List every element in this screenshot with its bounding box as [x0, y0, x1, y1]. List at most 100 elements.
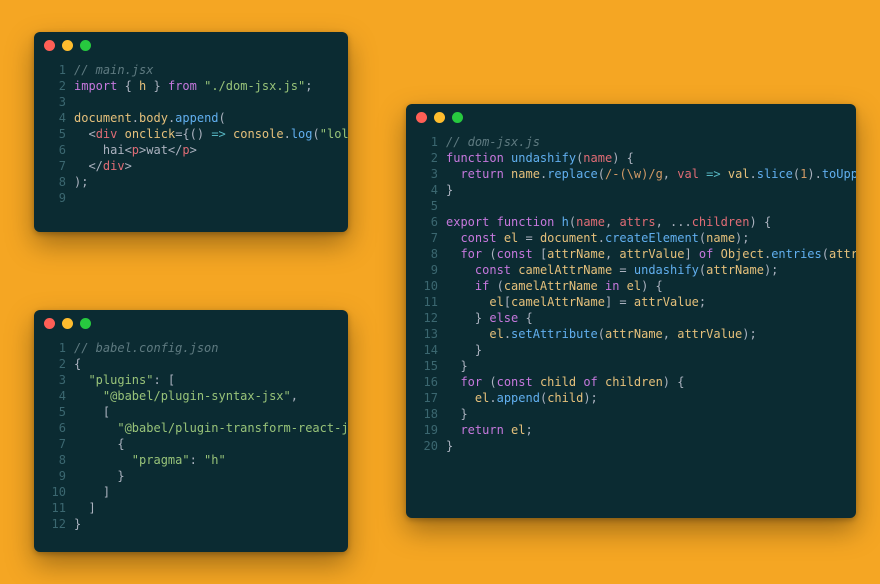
code-line: 4document.body.append( — [46, 110, 336, 126]
line-number: 11 — [418, 294, 438, 310]
line-number: 1 — [418, 134, 438, 150]
code-line: 6export function h(name, attrs, ...child… — [418, 214, 844, 230]
line-number: 9 — [418, 262, 438, 278]
code-line: 3 return name.replace(/-(\w)/g, val => v… — [418, 166, 844, 182]
code-line: 1// babel.config.json — [46, 340, 336, 356]
code-line: 9 const camelAttrName = undashify(attrNa… — [418, 262, 844, 278]
code-line: 4 "@babel/plugin-syntax-jsx", — [46, 388, 336, 404]
line-number: 7 — [46, 158, 66, 174]
line-number: 9 — [46, 468, 66, 484]
code-line: 11 el[camelAttrName] = attrValue; — [418, 294, 844, 310]
close-icon[interactable] — [416, 112, 427, 123]
line-number: 10 — [46, 484, 66, 500]
close-icon[interactable] — [44, 40, 55, 51]
code-line: 4} — [418, 182, 844, 198]
code-line: 12 } else { — [418, 310, 844, 326]
line-content: "pragma": "h" — [74, 452, 226, 468]
minimize-icon[interactable] — [434, 112, 445, 123]
line-number: 3 — [46, 372, 66, 388]
window-titlebar — [406, 104, 856, 130]
line-content: el.append(child); — [446, 390, 598, 406]
line-content: // main.jsx — [74, 62, 153, 78]
minimize-icon[interactable] — [62, 40, 73, 51]
maximize-icon[interactable] — [452, 112, 463, 123]
code-line: 19 return el; — [418, 422, 844, 438]
code-line: 2{ — [46, 356, 336, 372]
line-content: } — [446, 438, 453, 454]
code-line: 7 { — [46, 436, 336, 452]
line-number: 4 — [46, 388, 66, 404]
line-content: } — [446, 406, 468, 422]
code-line: 9 } — [46, 468, 336, 484]
code-line: 1// main.jsx — [46, 62, 336, 78]
line-number: 12 — [46, 516, 66, 532]
line-number: 6 — [46, 142, 66, 158]
line-content: } — [446, 342, 482, 358]
line-number: 5 — [46, 404, 66, 420]
code-line: 6 hai<p>wat</p> — [46, 142, 336, 158]
code-line: 1 // dom-jsx.js — [418, 134, 844, 150]
maximize-icon[interactable] — [80, 40, 91, 51]
code-line: 20} — [418, 438, 844, 454]
close-icon[interactable] — [44, 318, 55, 329]
maximize-icon[interactable] — [80, 318, 91, 329]
line-number: 16 — [418, 374, 438, 390]
line-content: const el = document.createElement(name); — [446, 230, 750, 246]
window-titlebar — [34, 32, 348, 58]
line-number: 6 — [46, 420, 66, 436]
line-number: 13 — [418, 326, 438, 342]
code-editor-domjsx: 1 // dom-jsx.js 2 function undashify(name) … — [406, 104, 856, 518]
line-content: } — [74, 516, 81, 532]
line-content: } else { — [446, 310, 533, 326]
line-content: } — [74, 468, 125, 484]
line-content: el.setAttribute(attrName, attrValue); — [446, 326, 757, 342]
code-line: 5 [ — [46, 404, 336, 420]
code-editor-main: 1// main.jsx2import { h } from "./dom-js… — [34, 32, 348, 232]
line-number: 12 — [418, 310, 438, 326]
line-content: const camelAttrName = undashify(attrName… — [446, 262, 778, 278]
line-content: for (const child of children) { — [446, 374, 684, 390]
line-number: 8 — [46, 174, 66, 190]
code-line: 7 </div> — [46, 158, 336, 174]
line-number: 6 — [418, 214, 438, 230]
line-content: ] — [74, 500, 96, 516]
code-line: 17 el.append(child); — [418, 390, 844, 406]
line-content: "@babel/plugin-transform-react-jsx", — [74, 420, 348, 436]
line-number: 2 — [46, 356, 66, 372]
line-number: 10 — [418, 278, 438, 294]
window-titlebar — [34, 310, 348, 336]
line-content: { — [74, 436, 125, 452]
line-number: 2 — [46, 78, 66, 94]
line-number: 2 — [418, 150, 438, 166]
code-line: 10 if (camelAttrName in el) { — [418, 278, 844, 294]
line-content: function undashify(name) { — [446, 150, 634, 166]
code-line: 13 el.setAttribute(attrName, attrValue); — [418, 326, 844, 342]
line-number: 7 — [418, 230, 438, 246]
line-content: ); — [74, 174, 88, 190]
line-number: 9 — [46, 190, 66, 206]
page-background: 1// main.jsx2import { h } from "./dom-js… — [0, 0, 880, 584]
code-line: 12} — [46, 516, 336, 532]
code-body[interactable]: 1// babel.config.json2{3 "plugins": [4 "… — [34, 336, 348, 544]
line-content: // dom-jsx.js — [446, 134, 540, 150]
line-number: 18 — [418, 406, 438, 422]
line-content: if (camelAttrName in el) { — [446, 278, 663, 294]
line-number: 17 — [418, 390, 438, 406]
line-number: 5 — [46, 126, 66, 142]
line-number: 14 — [418, 342, 438, 358]
line-content: "@babel/plugin-syntax-jsx", — [74, 388, 298, 404]
code-line: 15 } — [418, 358, 844, 374]
line-content: { — [74, 356, 81, 372]
line-content: document.body.append( — [74, 110, 226, 126]
code-body[interactable]: 1 // dom-jsx.js 2 function undashify(name) … — [406, 130, 856, 466]
line-number: 19 — [418, 422, 438, 438]
line-number: 11 — [46, 500, 66, 516]
line-content: } — [446, 358, 468, 374]
code-editor-babel: 1// babel.config.json2{3 "plugins": [4 "… — [34, 310, 348, 552]
code-line: 6 "@babel/plugin-transform-react-jsx", — [46, 420, 336, 436]
code-line: 5 — [418, 198, 844, 214]
code-line: 18 } — [418, 406, 844, 422]
code-body[interactable]: 1// main.jsx2import { h } from "./dom-js… — [34, 58, 348, 218]
minimize-icon[interactable] — [62, 318, 73, 329]
line-content: <div onclick={() => console.log("lol")}> — [74, 126, 348, 142]
